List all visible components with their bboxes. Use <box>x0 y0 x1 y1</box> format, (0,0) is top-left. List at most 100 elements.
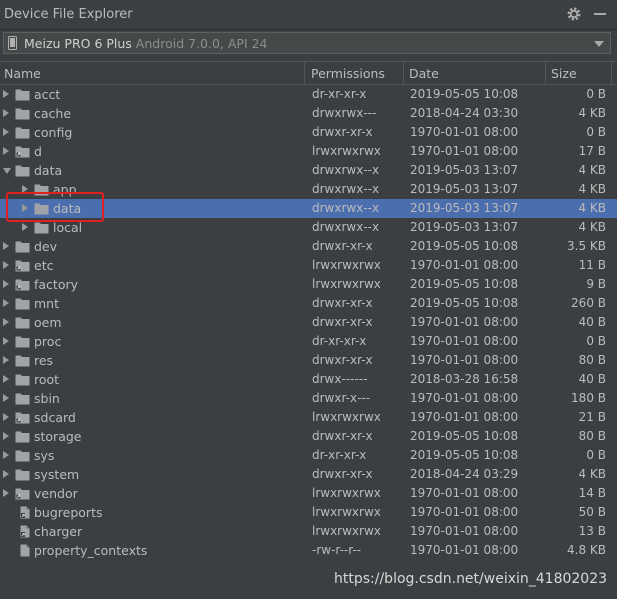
file-size: 80 B <box>578 429 606 443</box>
chevron-right-icon[interactable] <box>3 413 9 421</box>
file-size: 50 B <box>578 505 606 519</box>
chevron-right-icon[interactable] <box>3 261 9 269</box>
file-link-icon <box>17 506 32 519</box>
table-row[interactable]: etc lrwxrwxrwx 1970-01-01 08:00 11 B <box>0 256 617 275</box>
table-row[interactable]: proc dr-xr-xr-x 1970-01-01 08:00 0 B <box>0 332 617 351</box>
chevron-down-icon[interactable] <box>594 41 604 47</box>
file-name: proc <box>34 334 62 349</box>
column-header-name[interactable]: Name <box>4 66 41 81</box>
file-size: 11 B <box>578 258 606 272</box>
chevron-right-icon[interactable] <box>3 242 9 250</box>
folder-link-icon <box>15 259 30 272</box>
chevron-right-icon[interactable] <box>22 223 28 231</box>
file-permissions: dr-xr-xr-x <box>312 448 367 462</box>
file-permissions: lrwxrwxrwx <box>312 277 381 291</box>
file-size: 0 B <box>586 87 606 101</box>
file-date: 1970-01-01 08:00 <box>410 524 519 538</box>
table-header: Name Permissions Date Size <box>0 61 617 85</box>
column-header-size[interactable]: Size <box>551 66 577 81</box>
file-size: 40 B <box>578 372 606 386</box>
folder-link-icon <box>15 145 30 158</box>
file-permissions: drwxrwx--- <box>312 106 377 120</box>
device-dropdown[interactable]: Meizu PRO 6 Plus Android 7.0.0, API 24 <box>3 32 611 54</box>
table-row[interactable]: bugreports lrwxrwxrwx 1970-01-01 08:00 50 B <box>0 503 617 522</box>
table-row[interactable]: dev drwxr-xr-x 2019-05-05 10:08 3.5 KB <box>0 237 617 256</box>
chevron-right-icon[interactable] <box>3 451 9 459</box>
column-header-date[interactable]: Date <box>409 66 439 81</box>
file-name: sys <box>34 448 55 463</box>
table-row[interactable]: factory lrwxrwxrwx 2019-05-05 10:08 9 B <box>0 275 617 294</box>
file-permissions: drwxr-xr-x <box>312 296 373 310</box>
table-row[interactable]: mnt drwxr-xr-x 2019-05-05 10:08 260 B <box>0 294 617 313</box>
file-name: local <box>53 220 83 235</box>
chevron-right-icon[interactable] <box>3 356 9 364</box>
chevron-right-icon[interactable] <box>3 90 9 98</box>
file-name: data <box>34 163 63 178</box>
folder-link-icon <box>15 278 30 291</box>
file-date: 2019-05-03 13:07 <box>410 201 519 215</box>
file-tree: acct dr-xr-xr-x 2019-05-05 10:08 0 Bcache dr… <box>0 85 617 560</box>
chevron-down-icon[interactable] <box>3 168 11 174</box>
file-size: 180 B <box>571 391 606 405</box>
gear-icon[interactable] <box>566 6 582 22</box>
chevron-right-icon[interactable] <box>3 337 9 345</box>
chevron-right-icon[interactable] <box>3 375 9 383</box>
file-size: 13 B <box>578 524 606 538</box>
table-row[interactable]: res drwxr-xr-x 1970-01-01 08:00 80 B <box>0 351 617 370</box>
minimize-icon[interactable] <box>594 13 606 15</box>
chevron-right-icon[interactable] <box>3 432 9 440</box>
chevron-right-icon[interactable] <box>3 489 9 497</box>
table-row[interactable]: property_contexts -rw-r--r-- 1970-01-01 08… <box>0 541 617 560</box>
file-size: 4 KB <box>578 106 606 120</box>
column-divider[interactable] <box>611 62 612 84</box>
file-permissions: dr-xr-xr-x <box>312 87 367 101</box>
file-date: 1970-01-01 08:00 <box>410 334 519 348</box>
table-row[interactable]: sbin drwxr-x--- 1970-01-01 08:00 180 B <box>0 389 617 408</box>
column-divider[interactable] <box>545 62 546 84</box>
chevron-right-icon[interactable] <box>3 318 9 326</box>
chevron-right-icon[interactable] <box>3 394 9 402</box>
file-date: 1970-01-01 08:00 <box>410 391 519 405</box>
folder-icon <box>15 430 30 443</box>
table-row[interactable]: root drwx------ 2018-03-28 16:58 40 B <box>0 370 617 389</box>
chevron-right-icon[interactable] <box>3 128 9 136</box>
column-header-permissions[interactable]: Permissions <box>311 66 385 81</box>
table-row[interactable]: oem drwxr-xr-x 1970-01-01 08:00 40 B <box>0 313 617 332</box>
chevron-right-icon[interactable] <box>3 280 9 288</box>
file-permissions: drwxr-xr-x <box>312 467 373 481</box>
file-name: res <box>34 353 54 368</box>
chevron-right-icon[interactable] <box>3 470 9 478</box>
chevron-right-icon[interactable] <box>3 299 9 307</box>
file-permissions: drwxr-xr-x <box>312 125 373 139</box>
table-row[interactable]: sdcard lrwxrwxrwx 1970-01-01 08:00 21 B <box>0 408 617 427</box>
table-row[interactable]: charger lrwxrwxrwx 1970-01-01 08:00 13 B <box>0 522 617 541</box>
table-row[interactable]: cache drwxrwx--- 2018-04-24 03:30 4 KB <box>0 104 617 123</box>
file-permissions: lrwxrwxrwx <box>312 410 381 424</box>
table-row[interactable]: vendor lrwxrwxrwx 1970-01-01 08:00 14 B <box>0 484 617 503</box>
table-row[interactable]: system drwxr-xr-x 2018-04-24 03:29 4 KB <box>0 465 617 484</box>
column-divider[interactable] <box>403 62 404 84</box>
table-row[interactable]: sys dr-xr-xr-x 2019-05-05 10:08 0 B <box>0 446 617 465</box>
table-row[interactable]: storage drwxr-xr-x 2019-05-05 10:08 80 B <box>0 427 617 446</box>
title-bar: Device File Explorer <box>0 0 617 30</box>
file-permissions: drwxr-xr-x <box>312 239 373 253</box>
folder-link-icon <box>15 487 30 500</box>
file-date: 2019-05-03 13:07 <box>410 163 519 177</box>
table-row[interactable]: data drwxrwx--x 2019-05-03 13:07 4 KB <box>0 161 617 180</box>
file-size: 9 B <box>586 277 606 291</box>
column-divider[interactable] <box>304 62 305 84</box>
table-row[interactable]: config drwxr-xr-x 1970-01-01 08:00 0 B <box>0 123 617 142</box>
file-permissions: drwxrwx--x <box>312 220 380 234</box>
table-row[interactable]: acct dr-xr-xr-x 2019-05-05 10:08 0 B <box>0 85 617 104</box>
file-size: 14 B <box>578 486 606 500</box>
folder-icon <box>15 240 30 253</box>
file-permissions: dr-xr-xr-x <box>312 334 367 348</box>
file-date: 2019-05-05 10:08 <box>410 277 519 291</box>
table-row[interactable]: d lrwxrwxrwx 1970-01-01 08:00 17 B <box>0 142 617 161</box>
file-date: 2018-04-24 03:30 <box>410 106 519 120</box>
file-date: 1970-01-01 08:00 <box>410 258 519 272</box>
chevron-right-icon[interactable] <box>3 147 9 155</box>
file-size: 3.5 KB <box>567 239 606 253</box>
folder-icon <box>15 392 30 405</box>
chevron-right-icon[interactable] <box>3 109 9 117</box>
